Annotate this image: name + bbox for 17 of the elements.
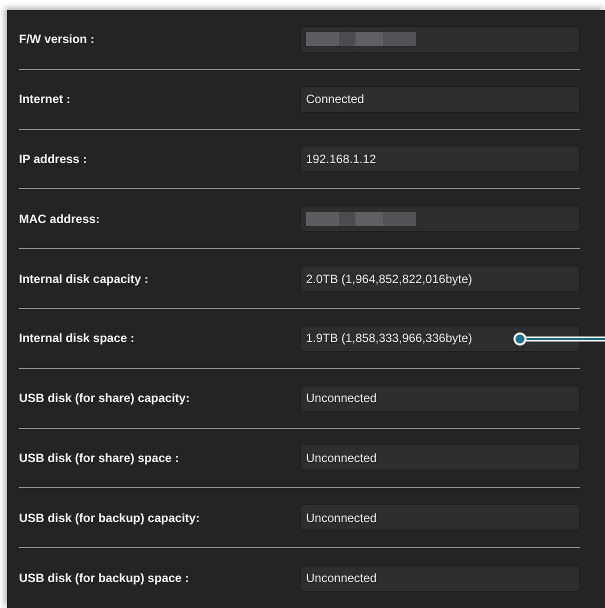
field-label: F/W version :	[19, 32, 96, 46]
field-label: USB disk (for backup) space :	[19, 571, 190, 586]
value-field: Unconnected	[300, 504, 580, 532]
field-label: MAC address:	[19, 212, 101, 226]
field-label: Internet :	[19, 92, 72, 106]
value-field: Unconnected	[300, 384, 580, 412]
field-label: Internal disk capacity :	[19, 272, 150, 286]
field-label: Internal disk space :	[19, 331, 136, 346]
value-field: 2.0TB (1,964,852,822,016byte)	[300, 265, 580, 292]
field-label: USB disk (for backup) capacity:	[19, 510, 201, 525]
field-label: USB disk (for share) capacity:	[19, 391, 191, 406]
value-field: Unconnected	[300, 564, 580, 592]
value-field: Unconnected	[300, 444, 580, 472]
value-field: 192.168.1.12	[300, 145, 580, 172]
value-field: Connected	[300, 86, 580, 113]
field-label: IP address :	[19, 152, 88, 166]
field-label: USB disk (for share) space :	[19, 450, 180, 465]
